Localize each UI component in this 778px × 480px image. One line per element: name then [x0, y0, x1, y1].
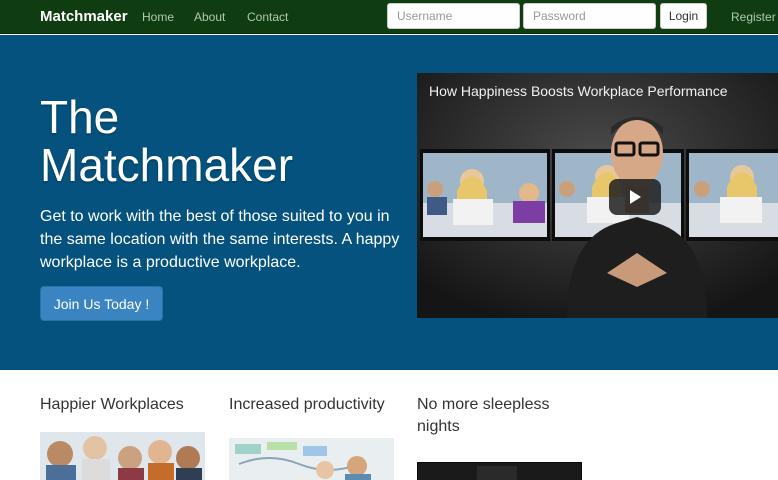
join-us-button[interactable]: Join Us Today ! — [40, 286, 163, 321]
hero-section: The Matchmaker Get to work with the best… — [0, 35, 778, 370]
play-button[interactable] — [609, 179, 661, 215]
productivity-whiteboard-image — [229, 438, 394, 480]
hero-title-line-1: The — [40, 91, 120, 143]
video-player[interactable]: How Happiness Boosts Workplace Performan… — [417, 73, 778, 318]
username-input[interactable] — [387, 3, 520, 29]
hero-title: The Matchmaker — [40, 93, 400, 189]
password-input[interactable] — [523, 3, 656, 29]
happy-team-image — [40, 432, 205, 480]
feature-heading-productivity: Increased productivity — [229, 396, 385, 413]
hero-description: Get to work with the best of those suite… — [40, 208, 400, 271]
video-thumbnail — [417, 73, 778, 318]
nav-home-link[interactable]: Home — [142, 10, 174, 24]
brand-logo[interactable]: Matchmaker — [40, 8, 128, 25]
register-link[interactable]: Register — [731, 10, 776, 24]
feature-heading-sleepless: No more sleepless nights — [417, 396, 550, 435]
feature-heading-happier: Happier Workplaces — [40, 396, 184, 413]
sleepless-nights-image — [417, 462, 582, 480]
play-icon — [630, 190, 641, 204]
video-title: How Happiness Boosts Workplace Performan… — [429, 83, 728, 99]
navbar: Matchmaker Home About Contact Login Regi… — [0, 0, 778, 34]
hero-title-line-2: Matchmaker — [40, 139, 294, 191]
login-button[interactable]: Login — [660, 3, 707, 29]
nav-contact-link[interactable]: Contact — [247, 10, 288, 24]
nav-about-link[interactable]: About — [194, 10, 225, 24]
